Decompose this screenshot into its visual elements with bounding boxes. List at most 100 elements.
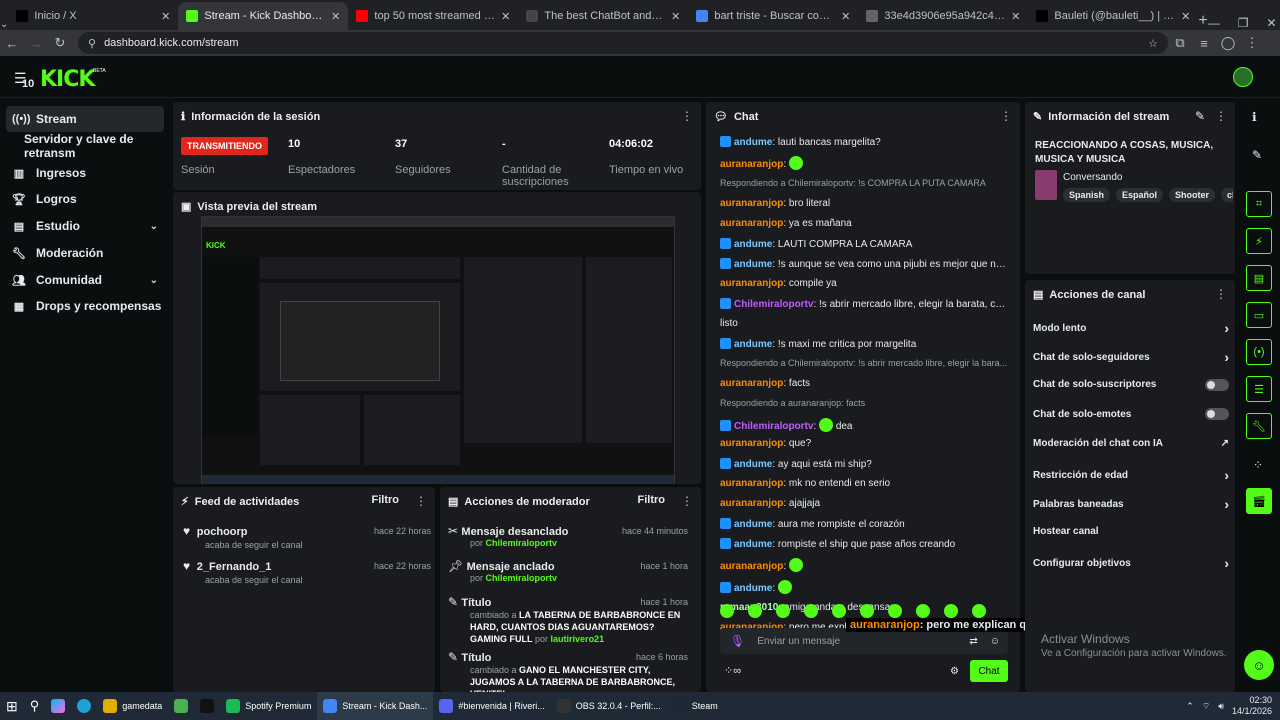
chat-username[interactable]: andume xyxy=(734,519,772,530)
dots-icon[interactable]: ⁘ xyxy=(1253,458,1263,472)
translate-icon[interactable]: ⇄ xyxy=(969,636,977,647)
more-options-icon[interactable]: ⋮ xyxy=(1215,287,1227,301)
more-options-icon[interactable]: ⋮ xyxy=(1215,109,1227,123)
close-tab-icon[interactable]: ✕ xyxy=(1181,10,1190,23)
channel-action-item[interactable]: Configurar objetivos › xyxy=(1033,555,1229,571)
site-info-icon[interactable]: ⚲ xyxy=(88,37,96,50)
mod-filter-button[interactable]: Filtro xyxy=(638,494,666,506)
emote-icon[interactable] xyxy=(888,604,902,618)
info-icon[interactable]: ℹ xyxy=(1252,110,1257,124)
chat-username[interactable]: Chilemiraloportv xyxy=(734,421,813,432)
taskbar-app[interactable]: #bienvenida | Riveri... xyxy=(433,692,550,720)
send-chat-button[interactable]: Chat xyxy=(970,660,1008,682)
edit-icon[interactable]: ✎ xyxy=(1195,109,1205,123)
sidebar-item-estudio[interactable]: ▤ Estudio ⌄ xyxy=(6,213,164,239)
back-icon[interactable]: ← xyxy=(0,36,24,51)
sidebar-item-drops[interactable]: ▦ Drops y recompensas xyxy=(6,293,164,319)
reload-icon[interactable]: ↻ xyxy=(48,35,72,51)
channel-action-item[interactable]: Hostear canal xyxy=(1033,526,1229,537)
channel-action-item[interactable]: Modo lento › xyxy=(1033,320,1229,336)
emote-icon[interactable] xyxy=(720,604,734,618)
emoji-picker-icon[interactable]: ☺ xyxy=(990,636,1000,647)
more-options-icon[interactable]: ⋮ xyxy=(1000,109,1012,123)
kick-logo[interactable]: KICK xyxy=(40,67,95,92)
stream-preview-video[interactable]: KICK xyxy=(201,216,675,484)
chat-username[interactable]: Chilemiraloportv xyxy=(734,299,813,310)
sidebar-item-stream[interactable]: ((•)) Stream xyxy=(6,106,164,132)
tag-chip[interactable]: Español xyxy=(1116,188,1164,202)
volume-icon[interactable]: 🔊︎ xyxy=(1218,701,1224,712)
wrench-icon[interactable]: 🔧︎ xyxy=(1246,413,1272,439)
tray-chevron-icon[interactable]: ⌃ xyxy=(1186,701,1194,712)
list-icon[interactable]: ☰ xyxy=(1246,376,1272,402)
user-avatar[interactable] xyxy=(1233,67,1253,87)
close-tab-icon[interactable]: ✕ xyxy=(331,10,340,23)
channel-action-item[interactable]: Chat de solo-suscriptores xyxy=(1033,378,1229,391)
chat-username[interactable]: andume xyxy=(734,137,772,148)
sidebar-item-moderacion[interactable]: 🔧︎ Moderación xyxy=(6,240,164,266)
chat-icon[interactable]: ▭ xyxy=(1246,302,1272,328)
close-tab-icon[interactable]: ✕ xyxy=(671,10,680,23)
taskbar-app[interactable] xyxy=(194,692,220,720)
crop-icon[interactable]: ⌗ xyxy=(1246,191,1272,217)
profile-icon[interactable]: ◯ xyxy=(1216,35,1240,51)
chat-username[interactable]: andume xyxy=(734,459,772,470)
url-field[interactable]: ⚲ dashboard.kick.com/stream ☆ xyxy=(78,32,1168,54)
extensions-icon[interactable]: ⧉ xyxy=(1168,35,1192,51)
chat-username[interactable]: andume xyxy=(734,539,772,550)
new-tab-button[interactable]: + xyxy=(1198,12,1207,30)
channel-action-item[interactable]: Restricción de edad › xyxy=(1033,467,1229,483)
browser-tab[interactable]: The best ChatBot and Widgets ✕ xyxy=(518,2,688,30)
channel-action-item[interactable]: Moderación del chat con IA ↗ xyxy=(1033,438,1229,449)
emote-icon[interactable] xyxy=(776,604,790,618)
tab-search-icon[interactable]: ⌄ xyxy=(0,19,8,30)
chat-username[interactable]: auranaranjop xyxy=(720,498,783,509)
chat-username[interactable]: andume xyxy=(734,583,772,594)
tag-chip[interactable]: Spanish xyxy=(1063,188,1111,202)
clapper-icon[interactable]: 🎬︎ xyxy=(1246,488,1272,514)
taskbar-app[interactable] xyxy=(168,692,194,720)
more-options-icon[interactable]: ⋮ xyxy=(415,494,427,508)
chat-username[interactable]: auranaranjop xyxy=(720,198,783,209)
wifi-icon[interactable]: ⌔ xyxy=(1202,701,1210,712)
chat-username[interactable]: andume xyxy=(734,239,772,250)
chat-username[interactable]: andume xyxy=(734,259,772,270)
minimize-icon[interactable]: — xyxy=(1208,16,1220,30)
emote-icon[interactable] xyxy=(804,604,818,618)
sidebar-item-ingresos[interactable]: ▥ Ingresos xyxy=(6,160,164,186)
chat-username[interactable]: auranaranjop xyxy=(720,478,783,489)
browser-tab[interactable]: bart triste - Buscar con Google ✕ xyxy=(688,2,858,30)
tag-chip[interactable]: chill xyxy=(1221,188,1233,202)
browser-tab[interactable]: Bauleti (@bauleti__) | TikTok ✕ xyxy=(1028,2,1198,30)
chat-settings-icon[interactable]: ⚙ xyxy=(950,666,959,677)
windows-start-icon[interactable]: ⊞ xyxy=(0,692,24,720)
sidebar-item-logros[interactable]: 🏆︎ Logros xyxy=(6,186,164,212)
chat-username[interactable]: auranaranjop xyxy=(720,561,783,572)
chat-username[interactable]: auranaranjop xyxy=(720,159,783,170)
browser-tab[interactable]: Inicio / X ✕ xyxy=(8,2,178,30)
chat-username[interactable]: auranaranjop xyxy=(720,218,783,229)
channel-action-item[interactable]: Palabras baneadas › xyxy=(1033,496,1229,512)
sidebar-item-server-key[interactable]: Servidor y clave de retransm xyxy=(6,132,164,160)
search-icon[interactable]: ⚲ xyxy=(24,692,46,720)
chat-username[interactable]: auranaranjop xyxy=(720,438,783,449)
chat-username[interactable]: auranaranjop xyxy=(720,378,783,389)
maximize-icon[interactable]: ❐ xyxy=(1238,16,1249,30)
more-options-icon[interactable]: ⋮ xyxy=(681,109,693,123)
browser-tab[interactable]: 33e4d3906e95a942c47d5f3672 ✕ xyxy=(858,2,1028,30)
chat-username[interactable]: andume xyxy=(734,339,772,350)
emote-icon[interactable] xyxy=(944,604,958,618)
sidebar-item-comunidad[interactable]: 👥︎ Comunidad ⌄ xyxy=(6,267,164,293)
help-chat-icon[interactable]: ☺ xyxy=(1244,650,1274,680)
document-icon[interactable]: ▤ xyxy=(1246,265,1272,291)
mic-icon[interactable]: 🎙︎ xyxy=(730,634,745,648)
emote-icon[interactable] xyxy=(860,604,874,618)
more-options-icon[interactable]: ⋮ xyxy=(681,494,693,508)
copilot-icon[interactable] xyxy=(45,692,71,720)
close-tab-icon[interactable]: ✕ xyxy=(1011,10,1020,23)
close-tab-icon[interactable]: ✕ xyxy=(841,10,850,23)
browser-menu-icon[interactable]: ⋮ xyxy=(1240,35,1264,51)
emote-icon[interactable] xyxy=(832,604,846,618)
channel-action-item[interactable]: Chat de solo-emotes xyxy=(1033,408,1229,421)
taskbar-app[interactable]: Stream - Kick Dash... xyxy=(317,692,434,720)
